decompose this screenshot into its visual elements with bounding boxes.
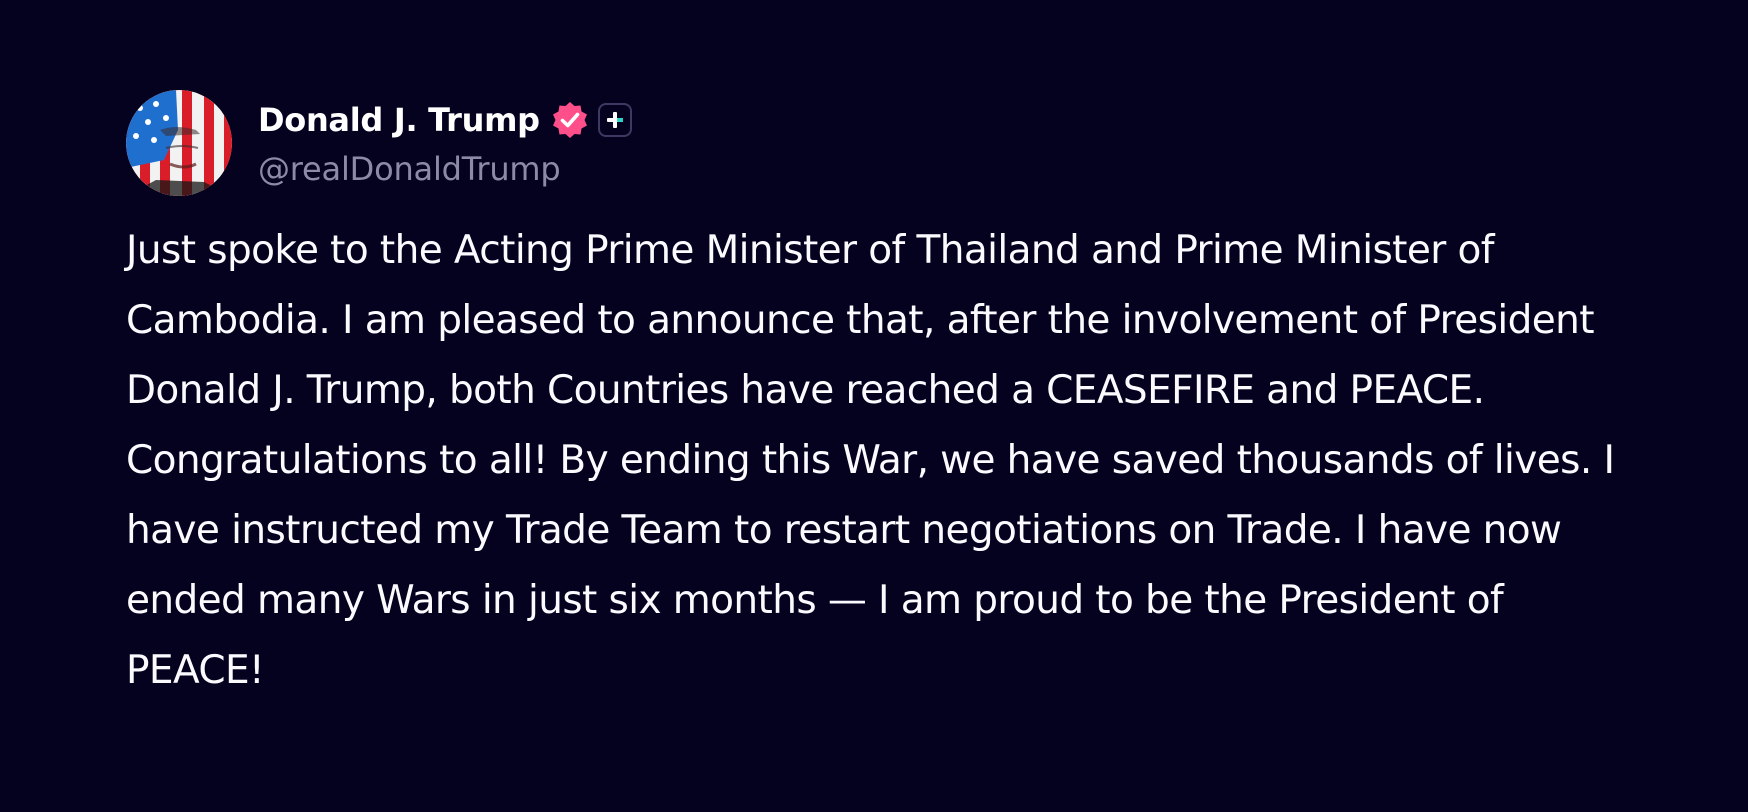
avatar[interactable] [126, 90, 232, 196]
post-card: Donald J. Trump @realDonaldTrump Just sp… [126, 90, 1626, 706]
plus-badge-icon [597, 103, 632, 137]
post-body-text: Just spoke to the Acting Prime Minister … [126, 228, 1615, 693]
flag-face-avatar-icon [126, 90, 232, 196]
author-names: Donald J. Trump @realDonaldTrump [258, 96, 632, 188]
post-header: Donald J. Trump @realDonaldTrump [126, 90, 1626, 198]
author-handle[interactable]: @realDonaldTrump [258, 150, 632, 188]
name-row: Donald J. Trump [258, 96, 632, 144]
verified-badge-icon [550, 100, 590, 140]
author-display-name[interactable]: Donald J. Trump [258, 101, 540, 139]
